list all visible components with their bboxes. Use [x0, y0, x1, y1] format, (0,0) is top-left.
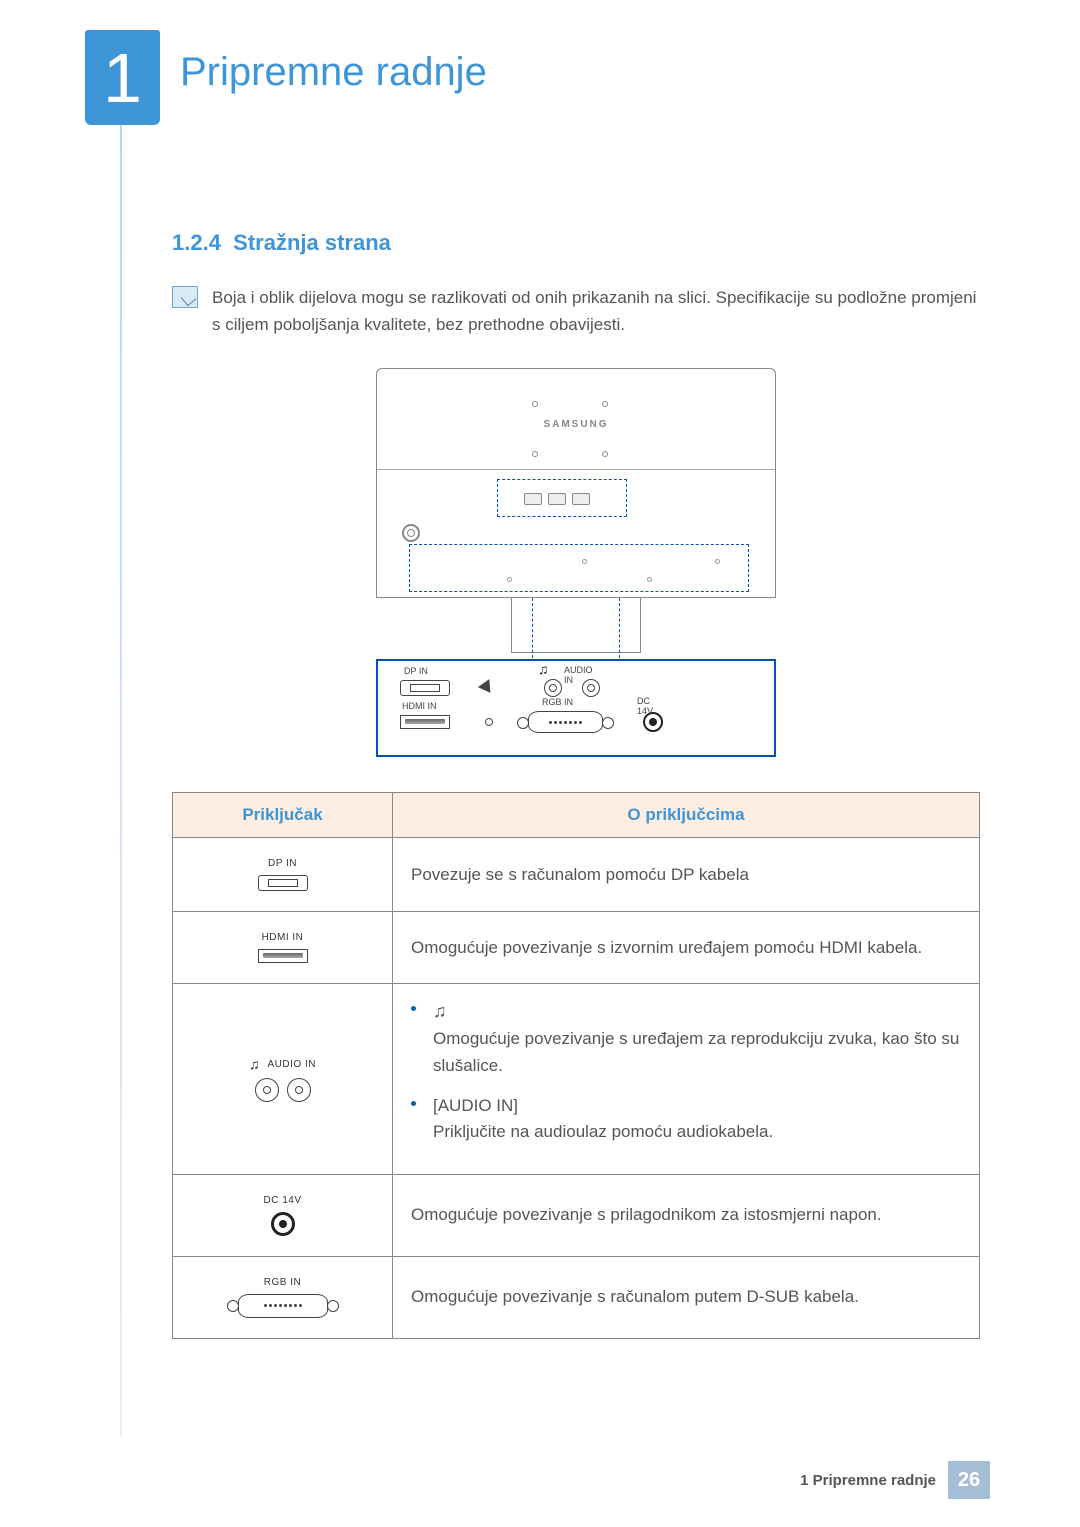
dp-port-label: DP IN: [404, 666, 428, 676]
table-row: RGB IN Omogućuje povezivanje s računalom…: [173, 1256, 980, 1338]
audio-jack-icon: [287, 1078, 311, 1102]
bullet-text: Omogućuje povezivanje s uređajem za repr…: [433, 1029, 959, 1074]
port-highlight-box-wide: [409, 544, 749, 592]
audio-jack-icon: [544, 679, 562, 697]
table-row: DP IN Povezuje se s računalom pomoću DP …: [173, 838, 980, 912]
table-header-desc: O priključcima: [393, 793, 980, 838]
dp-port-icon: [400, 680, 450, 696]
note-block: Boja i oblik dijelova mogu se razlikovat…: [172, 284, 980, 338]
section-title: Stražnja strana: [233, 230, 391, 255]
vga-port-icon: [528, 711, 603, 733]
chapter-title: Pripremne radnje: [180, 50, 487, 95]
footer-page-number: 26: [948, 1461, 990, 1499]
chapter-header: 1 Pripremne radnje: [0, 20, 1080, 140]
table-row: ♫ AUDIO IN ♫ Omogućuje povezivanje: [173, 984, 980, 1174]
hdmi-port-label: HDMI IN: [402, 701, 437, 711]
dc-port-label: DC 14V: [637, 696, 663, 716]
cell-desc: Omogućuje povezivanje s izvornim uređaje…: [393, 912, 980, 984]
cell-label: RGB IN: [183, 1277, 382, 1288]
footer-chapter-label: 1 Pripremne radnje: [800, 1472, 948, 1489]
mini-ports-row: [507, 484, 607, 514]
kensington-lock-icon: [402, 524, 420, 542]
cell-label: HDMI IN: [183, 932, 382, 943]
section-heading: 1.2.4 Stražnja strana: [172, 230, 980, 256]
content-area: 1.2.4 Stražnja strana Boja i oblik dijel…: [172, 230, 980, 1339]
dc-port-icon: [271, 1212, 295, 1236]
cell-label: DC 14V: [183, 1195, 382, 1206]
cell-desc: Omogućuje povezivanje s računalom putem …: [393, 1256, 980, 1338]
hdmi-port-icon: [400, 715, 450, 729]
cell-label: AUDIO IN: [268, 1059, 316, 1070]
dp-port-icon: [258, 875, 308, 891]
callout-line: [619, 598, 620, 658]
note-icon: [172, 286, 198, 308]
chapter-number: 1: [85, 30, 160, 125]
section-number: 1.2.4: [172, 230, 221, 255]
spacer: [480, 713, 498, 731]
bullet-text: Priključite na audioulaz pomoću audiokab…: [433, 1122, 773, 1141]
port-callout-panel: DP IN ♫ AUDIO IN HDMI IN: [376, 659, 776, 757]
cell-desc: Omogućuje povezivanje s prilagodnikom za…: [393, 1174, 980, 1256]
table-row: DC 14V Omogućuje povezivanje s prilagodn…: [173, 1174, 980, 1256]
screw-hole-icon: [532, 451, 538, 457]
callout-line: [532, 598, 533, 658]
page: 1 Pripremne radnje 1.2.4 Stražnja strana…: [0, 0, 1080, 1527]
diagram-wrapper: SAMSUNG: [172, 368, 980, 757]
headphone-icon: ♫: [433, 998, 447, 1026]
panel-divider: [377, 469, 775, 470]
arrow-marker-icon: [478, 679, 496, 697]
audio-jack-icon: [255, 1078, 279, 1102]
headphone-icon: ♫: [538, 661, 549, 677]
list-item: ♫ Omogućuje povezivanje s uređajem za re…: [411, 998, 961, 1079]
screw-hole-icon: [602, 451, 608, 457]
vga-port-icon: [238, 1294, 328, 1318]
headphone-icon: ♫: [249, 1056, 260, 1072]
monitor-stand: [511, 598, 641, 653]
screw-hole-icon: [602, 401, 608, 407]
note-text: Boja i oblik dijelova mogu se razlikovat…: [212, 284, 980, 338]
hdmi-port-icon: [258, 949, 308, 963]
list-item: [AUDIO IN] Priključite na audioulaz pomo…: [411, 1093, 961, 1146]
ports-table: Priključak O priključcima DP IN Povezuje…: [172, 792, 980, 1338]
cell-label: DP IN: [183, 858, 382, 869]
table-row: HDMI IN Omogućuje povezivanje s izvornim…: [173, 912, 980, 984]
screw-hole-icon: [532, 401, 538, 407]
page-footer: 1 Pripremne radnje 26: [800, 1461, 990, 1499]
left-gutter-line: [120, 120, 122, 1437]
audio-port-label: AUDIO IN: [564, 665, 600, 685]
rgb-port-label: RGB IN: [542, 697, 573, 707]
monitor-rear-diagram: SAMSUNG: [376, 368, 776, 757]
table-header-port: Priključak: [173, 793, 393, 838]
brand-label: SAMSUNG: [543, 419, 608, 430]
cell-desc: Povezuje se s računalom pomoću DP kabela: [393, 838, 980, 912]
monitor-back-panel: SAMSUNG: [376, 368, 776, 598]
audio-desc-list: ♫ Omogućuje povezivanje s uređajem za re…: [411, 998, 961, 1145]
bullet-label: [AUDIO IN]: [433, 1096, 518, 1115]
